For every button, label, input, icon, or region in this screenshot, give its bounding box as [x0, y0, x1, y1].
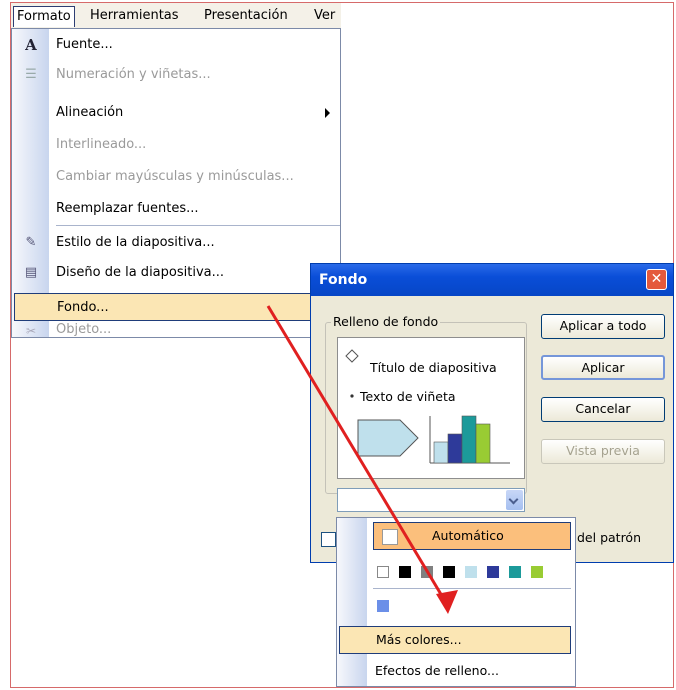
fill-color-dropdown[interactable] [337, 488, 525, 512]
submenu-arrow-icon [325, 108, 330, 118]
color-swatch[interactable] [421, 566, 433, 578]
menu-formato[interactable]: Formato [13, 6, 75, 27]
slide-layout-icon: ▤ [24, 265, 38, 280]
menu-item-alineacion[interactable]: Alineación [12, 99, 340, 127]
preview-graphic [345, 349, 510, 464]
menu-item-fuente[interactable]: A Fuente... [12, 31, 340, 59]
object-icon: ✂ [25, 324, 37, 338]
menu-item-fondo[interactable]: Fondo... [14, 293, 338, 321]
close-icon[interactable]: ✕ [646, 269, 667, 290]
menu-herramientas[interactable]: Herramientas [87, 6, 182, 26]
dialog-title-bar[interactable]: Fondo ✕ [311, 264, 673, 296]
bullets-icon: ☰ [25, 67, 37, 82]
automatic-color-option[interactable]: Automático [373, 522, 571, 550]
color-swatch[interactable] [509, 566, 521, 578]
popup-separator [373, 588, 571, 589]
color-swatch[interactable] [399, 566, 411, 578]
slide-style-icon: ✎ [25, 235, 37, 250]
menu-item-objeto[interactable]: ✂ Objeto... [12, 322, 340, 338]
color-swatch[interactable] [487, 566, 499, 578]
automatic-swatch [382, 529, 398, 545]
dialog-title: Fondo [319, 272, 368, 288]
menu-item-numeracion[interactable]: ☰ Numeración y viñetas... [12, 61, 340, 89]
menu-item-cambiar-mayusculas[interactable]: Cambiar mayúsculas y minúsculas... [12, 163, 340, 191]
cancel-button[interactable]: Cancelar [541, 397, 665, 422]
more-colors-option[interactable]: Más colores... [339, 626, 571, 654]
formato-menu: A Fuente... ☰ Numeración y viñetas... Al… [11, 28, 341, 338]
apply-all-button[interactable]: Aplicar a todo [541, 314, 665, 339]
fill-effects-option[interactable]: Efectos de relleno... [375, 663, 499, 678]
group-label: Relleno de fondo [331, 314, 441, 329]
preview-title-text: Título de diapositiva [370, 360, 497, 375]
color-popup: Automático Más colores... Efectos de rel… [336, 517, 576, 687]
recent-color-swatch[interactable] [377, 600, 389, 612]
menu-presentacion[interactable]: Presentación [201, 6, 291, 26]
color-swatch[interactable] [377, 566, 389, 578]
menu-item-diseno-diapositiva[interactable]: ▤ Diseño de la diapositiva... [12, 259, 340, 287]
preview-bullet-text: Texto de viñeta [360, 389, 456, 404]
preview-button[interactable]: Vista previa [541, 439, 665, 464]
menu-ver[interactable]: Ver [311, 6, 338, 26]
menu-separator [56, 225, 340, 226]
apply-button[interactable]: Aplicar [541, 355, 665, 380]
chevron-down-icon[interactable] [506, 490, 523, 510]
preview-box: Título de diapositiva Texto de viñeta [337, 337, 525, 479]
color-swatch[interactable] [531, 566, 543, 578]
menu-item-reemplazar-fuentes[interactable]: Reemplazar fuentes... [12, 195, 340, 223]
menu-bar: Formato Herramientas Presentación Ver [11, 3, 341, 29]
color-swatch[interactable] [465, 566, 477, 578]
color-swatch[interactable] [443, 566, 455, 578]
font-A-icon: A [25, 36, 37, 54]
checkbox-label: del patrón [577, 530, 642, 545]
menu-item-interlineado[interactable]: Interlineado... [12, 131, 340, 159]
omit-master-checkbox[interactable] [321, 532, 336, 547]
popup-strip [337, 518, 367, 686]
menu-item-estilo-diapositiva[interactable]: ✎ Estilo de la diapositiva... [12, 229, 340, 257]
